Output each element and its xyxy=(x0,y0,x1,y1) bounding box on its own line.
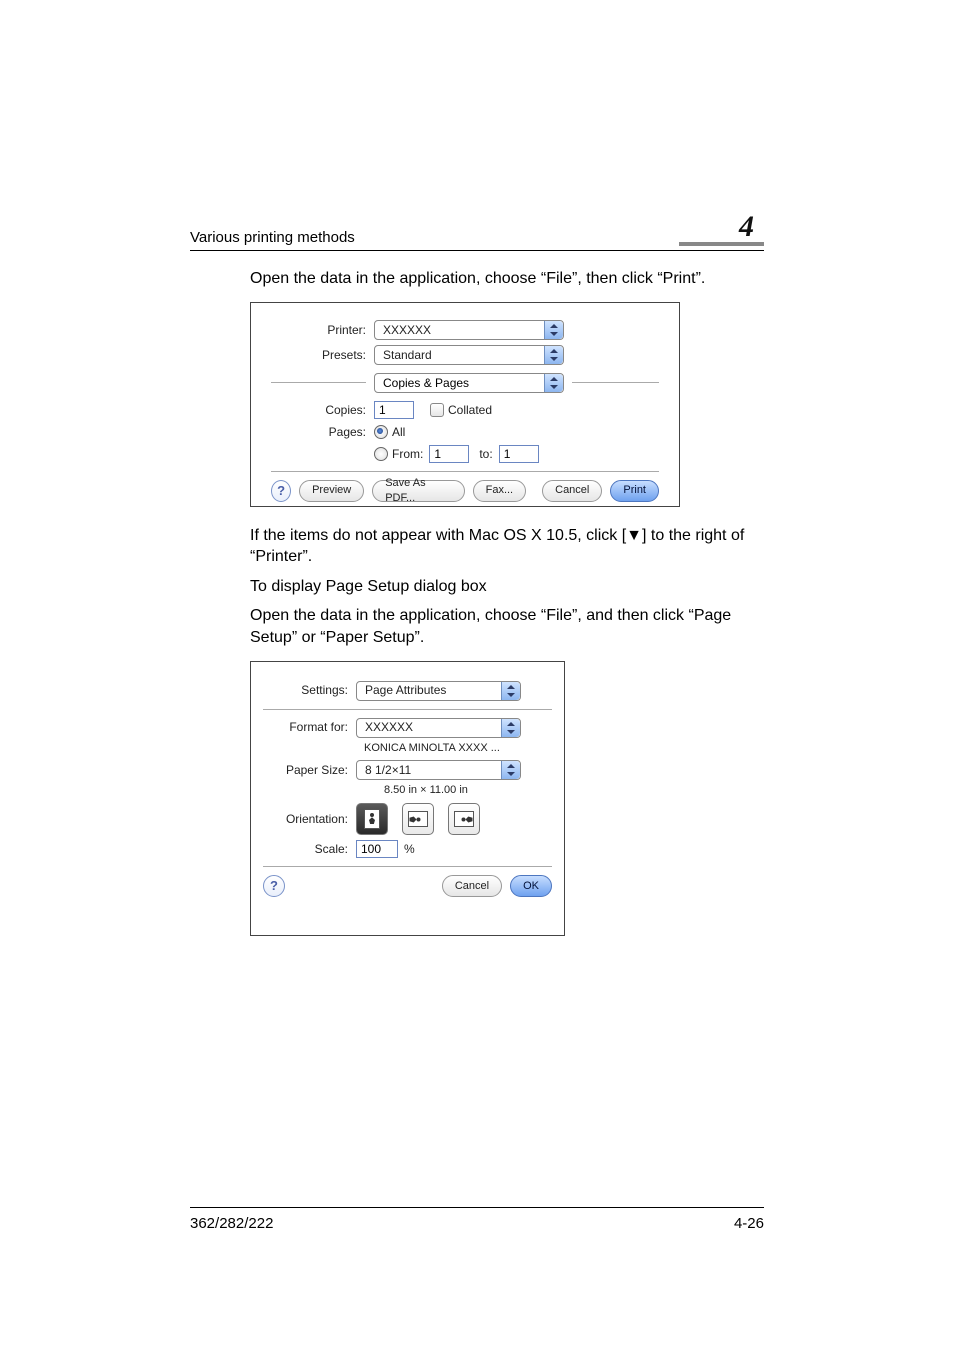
orientation-landscape-button[interactable] xyxy=(402,803,434,835)
from-label: From: xyxy=(392,446,423,462)
collated-label: Collated xyxy=(448,402,492,418)
pages-all-label: All xyxy=(392,424,405,440)
format-for-value: XXXXXX xyxy=(365,719,413,735)
stepper-icon xyxy=(501,761,520,779)
format-for-sub-row: KONICA MINOLTA XXXX ... xyxy=(263,741,552,756)
pages-all-radio[interactable] xyxy=(374,425,388,439)
scale-label: Scale: xyxy=(263,841,356,857)
footer-rule xyxy=(190,1207,764,1208)
format-for-select[interactable]: XXXXXX xyxy=(356,718,521,738)
paper-size-value: 8 1/2×11 xyxy=(365,762,411,778)
orientation-portrait-button[interactable] xyxy=(356,803,388,835)
preview-button[interactable]: Preview xyxy=(299,480,364,502)
paper-size-sub: 8.50 in × 11.00 in xyxy=(356,783,468,798)
body-content: Open the data in the application, choose… xyxy=(250,260,764,954)
settings-label: Settings: xyxy=(263,682,356,698)
paper-size-sub-row: 8.50 in × 11.00 in xyxy=(263,783,552,798)
pane-value: Copies & Pages xyxy=(383,375,469,391)
running-head: Various printing methods 4 xyxy=(190,212,764,246)
divider xyxy=(263,709,552,710)
help-button[interactable]: ? xyxy=(271,480,291,502)
paper-size-label: Paper Size: xyxy=(263,762,356,778)
page: Various printing methods 4 Open the data… xyxy=(0,0,954,1350)
paragraph-osx-note: If the items do not appear with Mac OS X… xyxy=(250,525,764,568)
settings-value: Page Attributes xyxy=(365,682,446,698)
format-for-row: Format for: XXXXXX xyxy=(263,718,552,738)
paragraph-open-print: Open the data in the application, choose… xyxy=(250,268,764,290)
paper-size-select[interactable]: 8 1/2×11 xyxy=(356,760,521,780)
landscape-flip-icon xyxy=(454,811,474,827)
pages-row-all: Pages: All xyxy=(271,424,659,440)
landscape-icon xyxy=(408,811,428,827)
to-input[interactable] xyxy=(499,445,539,463)
stepper-icon xyxy=(544,321,563,339)
stepper-icon xyxy=(544,374,563,392)
presets-value: Standard xyxy=(383,347,432,363)
stepper-icon xyxy=(501,719,520,737)
copies-row: Copies: Collated xyxy=(271,401,659,419)
footer: 362/282/222 4-26 xyxy=(190,1215,764,1232)
orientation-row: Orientation: xyxy=(263,803,552,835)
print-dialog-buttons: ? Preview Save As PDF... Fax... Cancel P… xyxy=(271,480,659,502)
header-rule xyxy=(190,250,764,251)
footer-model: 362/282/222 xyxy=(190,1215,273,1232)
stepper-icon xyxy=(501,682,520,700)
presets-row: Presets: Standard xyxy=(271,345,659,365)
pages-row-range: From: to: xyxy=(271,445,659,463)
copies-input[interactable] xyxy=(374,401,414,419)
save-pdf-button[interactable]: Save As PDF... xyxy=(372,480,464,502)
format-for-label: Format for: xyxy=(263,719,356,735)
printer-row: Printer: XXXXXX xyxy=(271,320,659,340)
collated-checkbox[interactable] xyxy=(430,403,444,417)
printer-value: XXXXXX xyxy=(383,322,431,338)
print-dialog-figure: Printer: XXXXXX Presets: Standard Copies… xyxy=(250,302,680,507)
paper-size-row: Paper Size: 8 1/2×11 xyxy=(263,760,552,780)
cancel-button[interactable]: Cancel xyxy=(542,480,602,502)
presets-select[interactable]: Standard xyxy=(374,345,564,365)
footer-page: 4-26 xyxy=(734,1215,764,1232)
presets-label: Presets: xyxy=(271,347,374,363)
to-label: to: xyxy=(479,446,492,462)
printer-label: Printer: xyxy=(271,322,374,338)
pages-label: Pages: xyxy=(271,424,374,440)
paragraph-open-page-setup: Open the data in the application, choose… xyxy=(250,605,764,648)
orientation-label: Orientation: xyxy=(263,811,356,827)
portrait-icon xyxy=(364,809,380,829)
orientation-landscape-flip-button[interactable] xyxy=(448,803,480,835)
pane-select[interactable]: Copies & Pages xyxy=(374,373,564,393)
chapter-number: 4 xyxy=(679,212,764,246)
from-input[interactable] xyxy=(429,445,469,463)
page-setup-dialog-figure: Settings: Page Attributes Format for: XX… xyxy=(250,661,565,936)
stepper-icon xyxy=(544,346,563,364)
copies-label: Copies: xyxy=(271,402,374,418)
print-button[interactable]: Print xyxy=(610,480,659,502)
format-for-sub: KONICA MINOLTA XXXX ... xyxy=(356,741,500,756)
settings-row: Settings: Page Attributes xyxy=(263,681,552,701)
scale-input[interactable] xyxy=(356,840,398,858)
settings-select[interactable]: Page Attributes xyxy=(356,681,521,701)
divider xyxy=(263,866,552,867)
scale-row: Scale: % xyxy=(263,840,552,858)
pages-from-radio[interactable] xyxy=(374,447,388,461)
ok-button[interactable]: OK xyxy=(510,875,552,897)
button-divider xyxy=(271,471,659,472)
fax-button[interactable]: Fax... xyxy=(473,480,527,502)
paragraph-display-page-setup: To display Page Setup dialog box xyxy=(250,576,764,598)
pane-divider: Copies & Pages xyxy=(271,373,659,393)
running-title: Various printing methods xyxy=(190,229,355,246)
printer-select[interactable]: XXXXXX xyxy=(374,320,564,340)
scale-percent: % xyxy=(404,841,415,857)
cancel-button[interactable]: Cancel xyxy=(442,875,502,897)
page-setup-buttons: ? Cancel OK xyxy=(263,875,552,897)
help-button[interactable]: ? xyxy=(263,875,285,897)
